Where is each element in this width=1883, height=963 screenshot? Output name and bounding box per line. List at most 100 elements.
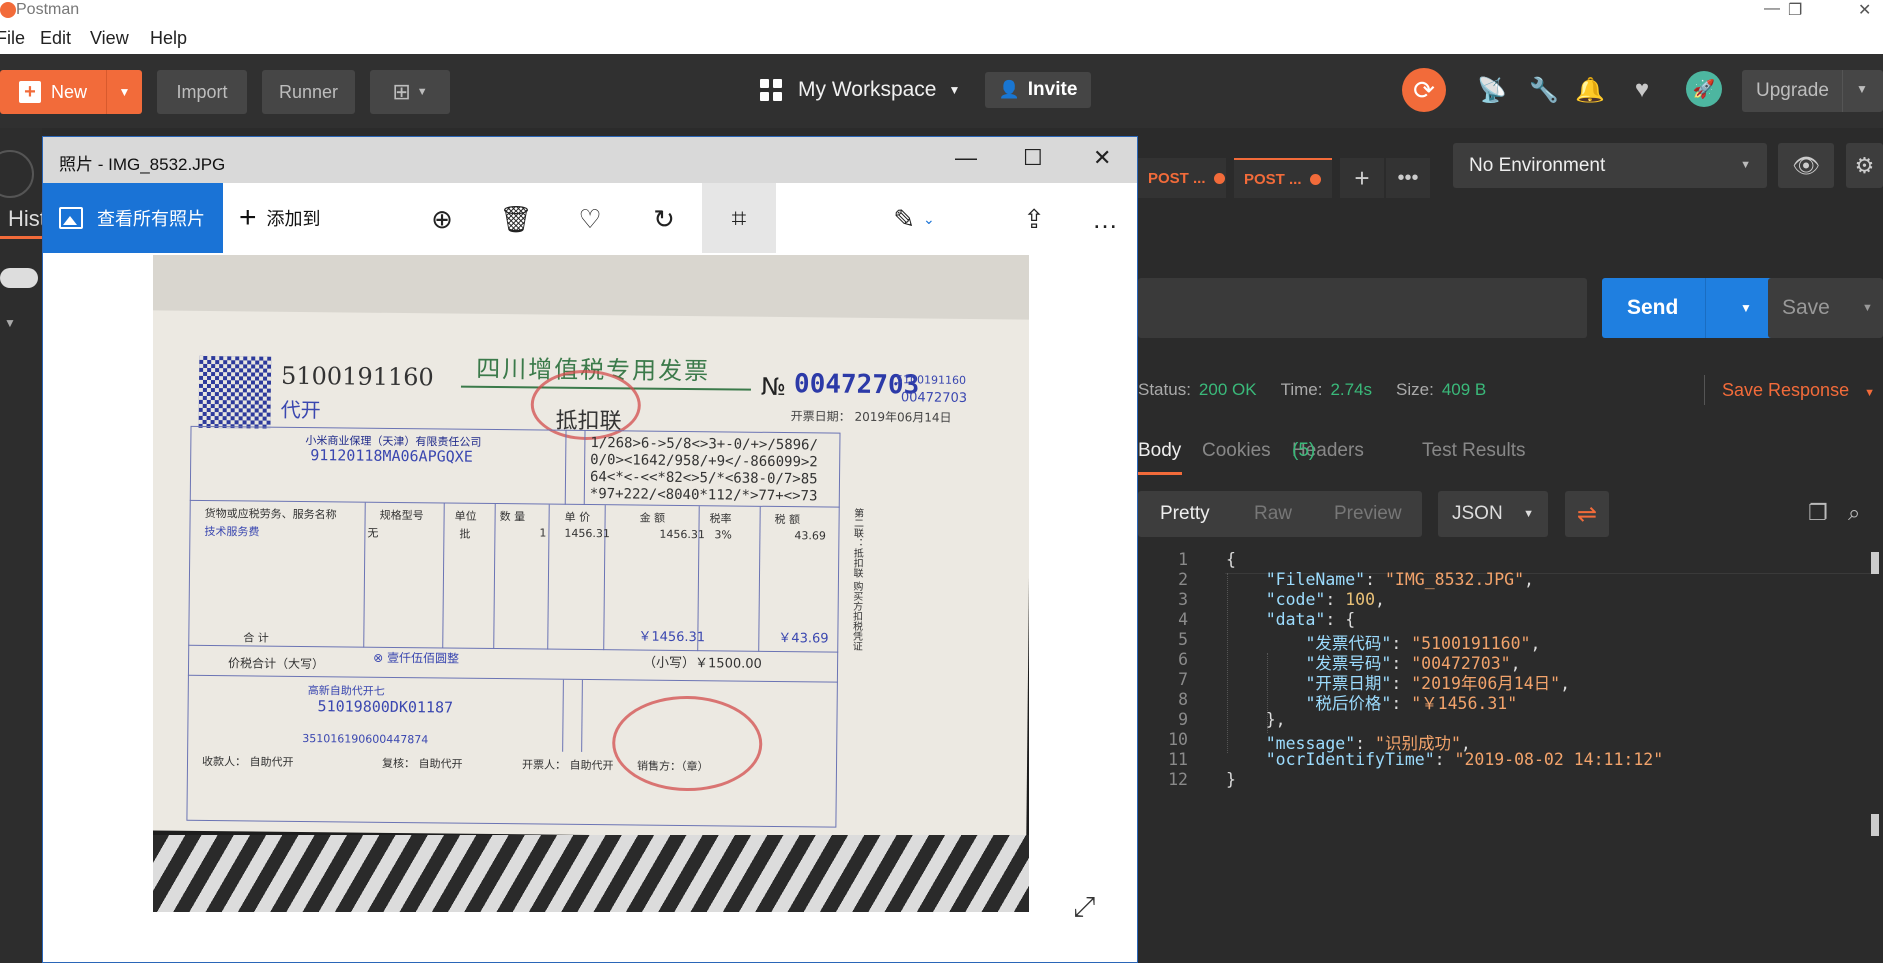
sidebar-tab-history[interactable]: Hist (8, 206, 46, 232)
heart-icon[interactable]: ♥ (1622, 70, 1662, 110)
invite-label: Invite (1027, 79, 1078, 100)
expand-icon[interactable]: ⤢ (1073, 891, 1095, 924)
format-raw[interactable]: Raw (1254, 503, 1292, 525)
new-window-button[interactable]: ⊞ ▼ (370, 70, 450, 114)
restore-icon[interactable]: ❐ (1788, 0, 1802, 20)
unsaved-dot-icon (1213, 172, 1225, 184)
wrench-icon[interactable]: 🔧 (1524, 70, 1564, 110)
rocket-icon[interactable]: 🚀 (1686, 71, 1722, 107)
menu-file[interactable]: File (0, 28, 25, 49)
time-value: 2.74s (1330, 380, 1373, 399)
minimize-icon[interactable]: — (1764, 0, 1780, 18)
menu-edit[interactable]: Edit (40, 28, 71, 49)
add-to-button[interactable]: + 添加到 (239, 203, 321, 233)
invoice-photo: 5100191160 代开 四川增值税专用发票 抵扣联 № 00472703 5… (153, 255, 1029, 912)
code-token: "2019-08-02 14:11:12" (1454, 750, 1664, 769)
close-icon[interactable]: ✕ (1858, 0, 1871, 20)
tab-cookies[interactable]: Cookies (1202, 440, 1271, 462)
photos-toolbar: 查看所有照片 + 添加到 ⊕ 🗑 ♡ ↻ ⌗ ✎ ⌄ ⇪ … (43, 183, 1137, 253)
copy-icon[interactable]: ❐ (1808, 500, 1828, 526)
satellite-icon[interactable]: 📡 (1472, 70, 1512, 110)
menu-help[interactable]: Help (150, 28, 187, 49)
minimize-icon[interactable]: — (955, 145, 977, 171)
new-dropdown-caret-icon[interactable]: ▼ (106, 70, 142, 114)
code-token: : (1325, 590, 1346, 609)
format-group: Pretty Raw Preview (1138, 491, 1422, 537)
crop-icon[interactable]: ⌗ (717, 197, 761, 241)
menu-view[interactable]: View (90, 28, 129, 49)
search-icon[interactable]: ⌕ (1848, 500, 1860, 526)
save-label: Save (1782, 296, 1830, 319)
gear-icon[interactable]: ⚙ (1846, 143, 1883, 188)
code-token: "data" (1265, 610, 1326, 629)
add-tab-button[interactable]: + (1340, 158, 1384, 198)
url-input[interactable] (1138, 278, 1587, 338)
response-body-code[interactable]: 1 {2 "FileName": "IMG_8532.JPG", 3 "code":… (1138, 550, 1883, 850)
line-number: 3 (1178, 590, 1188, 609)
format-preview[interactable]: Preview (1334, 503, 1402, 525)
format-language-select[interactable]: JSON ▼ (1438, 491, 1548, 537)
send-button[interactable]: Send ▼ (1602, 278, 1786, 338)
rotate-icon[interactable]: ↻ (642, 197, 686, 241)
wrap-lines-icon[interactable]: ⇌ (1565, 491, 1609, 537)
sidebar: Hist ▼ (0, 128, 46, 963)
favorite-heart-icon[interactable]: ♡ (568, 197, 612, 241)
bell-icon[interactable]: 🔔 (1570, 70, 1610, 110)
size-value: 409 B (1441, 380, 1487, 399)
more-options-icon[interactable]: … (1083, 197, 1127, 241)
response-status: Status: 200 OK Time: 2.74s Size: 409 B (1138, 380, 1487, 399)
format-pretty[interactable]: Pretty (1160, 503, 1210, 525)
invite-button[interactable]: 👤 Invite (985, 72, 1091, 108)
qr-code (198, 355, 272, 429)
view-all-photos-button[interactable]: 查看所有照片 (43, 183, 223, 253)
code-token: "FileName" (1265, 570, 1366, 589)
postman-logo-icon (0, 2, 16, 18)
code-token: : (1365, 570, 1385, 589)
chevron-down-icon: ▼ (1740, 159, 1751, 171)
maximize-icon[interactable]: ☐ (1023, 145, 1043, 171)
code-token: "ocrIdentifyTime" (1265, 750, 1435, 769)
code-token: 100 (1345, 590, 1376, 609)
share-icon[interactable]: ⇪ (1012, 197, 1056, 241)
search-icon[interactable] (0, 150, 34, 198)
runner-button[interactable]: Runner (262, 70, 355, 114)
edit-draw-icon[interactable]: ✎ ⌄ (879, 197, 949, 241)
photos-window-title: 照片 - IMG_8532.JPG (59, 155, 226, 174)
eye-icon[interactable]: 👁 (1778, 143, 1834, 188)
import-button[interactable]: Import (157, 70, 247, 114)
save-button[interactable]: Save ▼ (1768, 278, 1883, 338)
new-button[interactable]: + New ▼ (0, 70, 142, 114)
add-window-icon: ⊞ (392, 79, 411, 104)
workspace-selector[interactable]: My Workspace ▼ (760, 78, 960, 102)
environment-select[interactable]: No Environment ▼ (1453, 143, 1767, 188)
request-tab[interactable]: POST ... (1138, 158, 1226, 198)
sync-icon[interactable]: ⟳ (1402, 68, 1446, 112)
plus-icon: + (18, 81, 41, 103)
chevron-down-icon: ▼ (1862, 302, 1873, 314)
unsaved-dot-icon (1309, 173, 1321, 185)
chevron-down-icon: ▼ (1523, 508, 1534, 520)
request-tab-active[interactable]: POST ... (1234, 158, 1332, 198)
code-text: "ocrIdentifyTime": "2019-08-02 14:11:12" (1226, 750, 1663, 769)
zoom-in-icon[interactable]: ⊕ (420, 197, 464, 241)
add-user-icon: 👤 (998, 80, 1020, 99)
code-text: "code": 100, (1226, 590, 1385, 609)
more-tabs-icon[interactable]: ••• (1386, 158, 1430, 198)
delete-icon[interactable]: 🗑 (494, 197, 538, 241)
save-response-button[interactable]: Save Response ▼ (1722, 380, 1875, 401)
tab-body[interactable]: Body (1138, 440, 1181, 462)
upgrade-button[interactable]: Upgrade ▼ (1742, 70, 1883, 112)
code-text: }, (1226, 710, 1286, 729)
line-number: 1 (1178, 550, 1188, 569)
code-token: }, (1226, 710, 1286, 729)
close-icon[interactable]: ✕ (1093, 145, 1111, 171)
chevron-down-icon: ▼ (1856, 82, 1868, 96)
chevron-down-icon[interactable]: ▼ (4, 316, 16, 330)
line-number: 8 (1178, 690, 1188, 709)
seller-stamp (611, 695, 763, 792)
tab-test-results[interactable]: Test Results (1422, 440, 1525, 462)
toggle-switch[interactable] (0, 268, 38, 288)
code-text: "data": { (1226, 610, 1355, 629)
